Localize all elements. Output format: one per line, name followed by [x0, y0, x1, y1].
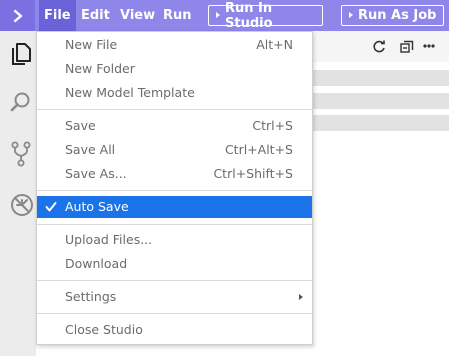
menu-divider [37, 280, 312, 281]
play-icon [216, 12, 220, 18]
menu-divider [37, 313, 312, 314]
collapse-all-icon[interactable] [400, 40, 414, 53]
activity-bar [0, 31, 36, 356]
menu-item-label: New Model Template [65, 85, 195, 100]
menu-item-label: Download [65, 256, 128, 271]
menu-item-shortcut: Ctrl+S [252, 118, 293, 133]
search-icon[interactable] [10, 91, 32, 113]
menu-item-settings[interactable]: Settings [37, 286, 312, 308]
menu-item-new-model-template[interactable]: New Model Template [37, 82, 312, 104]
file-menu-dropdown: New File Alt+N New Folder New Model Temp… [36, 31, 313, 345]
menu-file[interactable]: File [39, 0, 76, 31]
menu-item-label: Save [65, 118, 96, 133]
refresh-icon[interactable] [373, 40, 386, 53]
menu-divider [37, 190, 312, 191]
menu-item-new-file[interactable]: New File Alt+N [37, 34, 312, 56]
menu-item-label: Upload Files... [65, 232, 153, 247]
checkmark-icon [45, 202, 57, 212]
menu-view[interactable]: View [120, 0, 155, 31]
run-as-job-button[interactable]: Run As Job [341, 5, 444, 26]
menu-item-shortcut: Ctrl+Shift+S [213, 166, 293, 181]
submenu-arrow-icon [299, 294, 303, 300]
run-as-job-label: Run As Job [358, 8, 437, 23]
menu-item-label: Settings [65, 289, 117, 304]
menu-item-save[interactable]: Save Ctrl+S [37, 115, 312, 137]
menu-item-label: Save As... [65, 166, 127, 181]
menu-edit[interactable]: Edit [81, 0, 110, 31]
run-in-studio-label: Run In Studio [225, 0, 273, 31]
menu-item-shortcut: Alt+N [256, 37, 293, 52]
menu-item-auto-save[interactable]: Auto Save [37, 196, 312, 218]
extensions-icon[interactable] [10, 193, 34, 217]
menu-item-upload-files[interactable]: Upload Files... [37, 229, 312, 251]
menu-item-shortcut: Ctrl+Alt+S [224, 142, 293, 157]
menu-item-close-studio[interactable]: Close Studio [37, 319, 312, 341]
menu-divider [37, 224, 312, 225]
menu-divider [37, 109, 312, 110]
more-icon[interactable] [423, 44, 435, 48]
menu-item-label: Close Studio [65, 322, 143, 337]
menu-item-download[interactable]: Download [37, 253, 312, 275]
menu-bar: File Edit View Run Run In Studio Run As … [0, 0, 449, 31]
menu-item-save-as[interactable]: Save As... Ctrl+Shift+S [37, 163, 312, 185]
files-icon[interactable] [11, 43, 31, 65]
chevron-right-icon [13, 9, 22, 22]
menu-item-label: New Folder [65, 61, 135, 76]
menu-run[interactable]: Run [163, 0, 192, 31]
play-icon [349, 12, 353, 18]
menu-item-save-all[interactable]: Save All Ctrl+Alt+S [37, 139, 312, 161]
source-control-icon[interactable] [11, 141, 31, 167]
menu-item-new-folder[interactable]: New Folder [37, 58, 312, 80]
run-in-studio-button[interactable]: Run In Studio [208, 1, 323, 31]
menu-item-label: Save All [65, 142, 116, 157]
menu-item-label: New File [65, 37, 118, 52]
menu-item-label: Auto Save [65, 199, 129, 214]
logo[interactable] [0, 0, 35, 31]
